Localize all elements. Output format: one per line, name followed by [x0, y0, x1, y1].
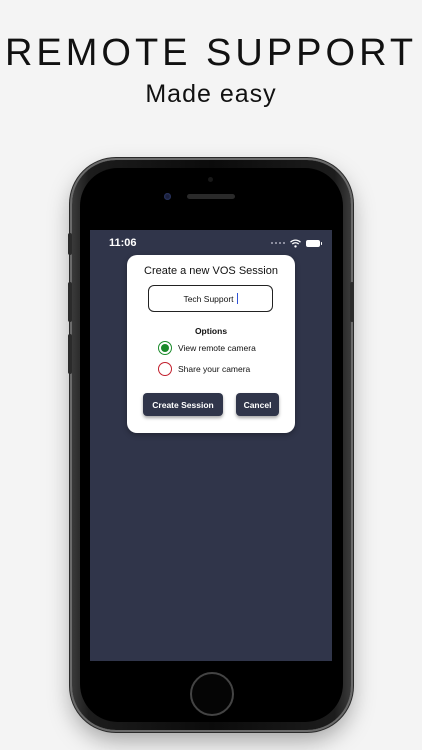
radio-unselected-icon[interactable] [158, 362, 172, 376]
create-session-button[interactable]: Create Session [143, 393, 223, 416]
option-label: Share your camera [178, 364, 251, 374]
options-label: Options [194, 326, 228, 336]
create-session-dialog: Create a new VOS Session Tech Support Op… [127, 255, 295, 433]
wifi-icon [290, 238, 301, 248]
power-button [350, 282, 354, 322]
session-name-value: Tech Support [183, 293, 234, 304]
volume-up-button [68, 282, 72, 322]
option-share-your-camera[interactable]: Share your camera [158, 362, 250, 376]
mute-switch [68, 233, 72, 255]
proximity-sensor [208, 177, 213, 182]
dialog-title: Create a new VOS Session [144, 265, 278, 277]
option-label: View remote camera [178, 343, 256, 353]
volume-down-button [68, 334, 72, 374]
cancel-button[interactable]: Cancel [236, 393, 279, 416]
home-button[interactable] [190, 672, 234, 716]
phone-screen: 11:06 Create a new VOS Session Tech Supp… [90, 230, 332, 661]
headline: REMOTE SUPPORT [4, 32, 418, 74]
text-caret [236, 293, 238, 304]
session-name-input[interactable]: Tech Support [148, 285, 273, 312]
option-view-remote-camera[interactable]: View remote camera [158, 341, 256, 355]
status-time: 11:06 [109, 237, 137, 249]
battery-icon [306, 239, 322, 247]
front-camera-icon [164, 193, 171, 200]
radio-selected-icon[interactable] [158, 341, 172, 355]
earpiece-speaker [187, 194, 235, 199]
status-icons [271, 238, 322, 248]
signal-dots-icon [271, 242, 285, 244]
subheadline: Made easy [145, 80, 277, 108]
